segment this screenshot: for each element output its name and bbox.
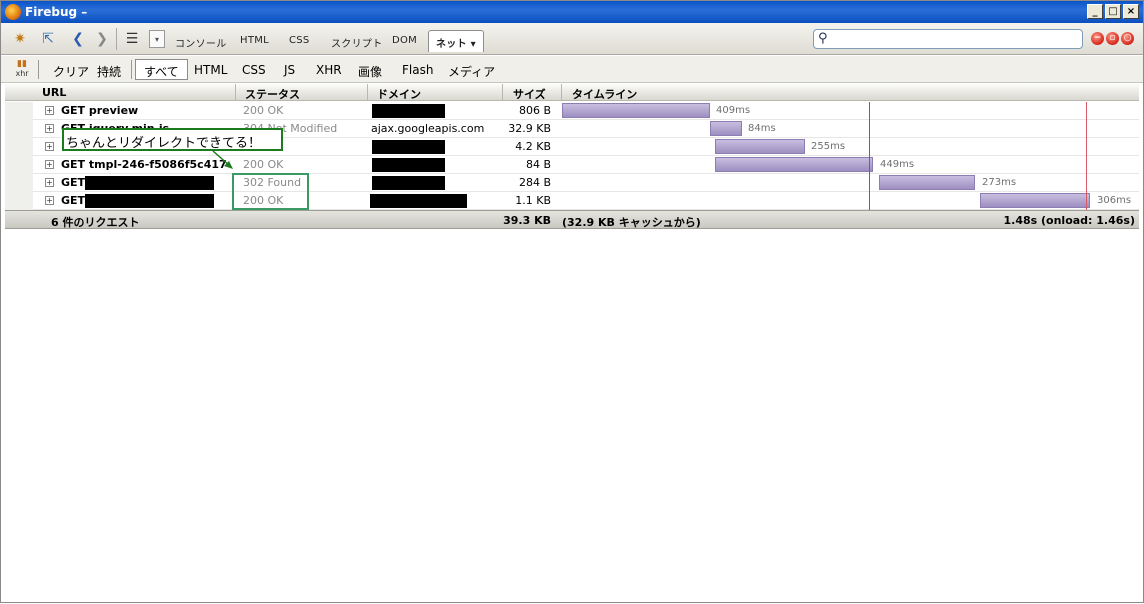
clear-button[interactable]: クリア [53, 63, 89, 80]
redacted-url [85, 176, 214, 190]
request-status: 200 OK [243, 104, 284, 117]
timeline-bar [710, 121, 742, 136]
timeline-time: 449ms [880, 159, 915, 170]
request-size: 1.1 KB [515, 194, 551, 207]
detach-firebug-icon[interactable]: ▫ [1106, 32, 1119, 45]
table-row[interactable]: + GET preview 200 OK 806 B 409ms [5, 102, 1139, 120]
table-row[interactable]: + GET tmpl-246-f5086f5c417 200 OK 84 B 4… [5, 156, 1139, 174]
timeline-time: 409ms [716, 105, 751, 116]
tab-net[interactable]: ネット ▾ [428, 30, 485, 52]
filter-flash[interactable]: Flash [402, 63, 433, 77]
redacted-domain [372, 158, 445, 172]
table-row[interactable]: + GET 200 OK 1.1 KB 306ms [5, 192, 1139, 210]
col-size[interactable]: サイズ [513, 86, 546, 102]
redacted-domain [372, 140, 445, 154]
request-count: 6 件のリクエスト [51, 216, 140, 229]
back-icon[interactable]: ❮ [69, 30, 87, 48]
title-bar: Firebug – _ □ × [1, 1, 1143, 23]
net-filter-bar: ▮▮ xhr クリア 持続 すべて HTML CSS JS XHR 画像 Flas… [1, 56, 1143, 83]
request-size: 84 B [525, 158, 551, 171]
search-box[interactable]: ⚲ [813, 29, 1083, 49]
request-size: 4.2 KB [515, 140, 551, 153]
redacted-domain [372, 176, 445, 190]
net-column-header: URL ステータス ドメイン サイズ タイムライン [5, 84, 1139, 101]
expand-icon[interactable]: + [45, 124, 54, 133]
request-url: GET preview [61, 104, 139, 117]
request-url: GET [61, 176, 86, 189]
request-size: 806 B [518, 104, 551, 117]
onload-line [1086, 102, 1087, 210]
col-status[interactable]: ステータス [245, 86, 300, 102]
col-url[interactable]: URL [42, 86, 66, 99]
filter-images[interactable]: 画像 [358, 63, 382, 80]
request-size: 32.9 KB [508, 122, 551, 135]
firebug-bug-icon[interactable]: ✷ [11, 30, 29, 48]
col-timeline[interactable]: タイムライン [572, 86, 637, 102]
request-url: GET [61, 194, 86, 207]
inspect-icon[interactable]: ⇱ [39, 30, 57, 48]
redacted-url [85, 194, 214, 208]
request-status: 200 OK [243, 158, 284, 171]
request-url: GET tmpl-246-f5086f5c417 [61, 158, 227, 171]
redacted-domain [372, 104, 445, 118]
menu-icon[interactable]: ☰ [123, 30, 141, 48]
filter-media[interactable]: メディア [448, 63, 495, 80]
persist-button[interactable]: 持続 [97, 63, 121, 80]
tab-css[interactable]: CSS [289, 35, 310, 46]
timeline-time: 84ms [748, 123, 776, 134]
request-domain: ajax.googleapis.com [371, 122, 485, 135]
net-summary-row: 6 件のリクエスト 39.3 KB (32.9 KB キャッシュから) 1.48… [5, 210, 1139, 229]
firebug-window: Firebug – _ □ × ✷ ⇱ ❮ ❯ ☰ ▾ コンソール HTML C… [0, 0, 1144, 603]
minimize-button[interactable]: _ [1087, 4, 1103, 19]
request-size: 284 B [518, 176, 551, 189]
search-input[interactable] [836, 32, 1076, 46]
search-icon: ⚲ [818, 31, 828, 46]
cache-size: (32.9 KB キャッシュから) [562, 216, 701, 229]
timeline-time: 273ms [982, 177, 1017, 188]
tab-html[interactable]: HTML [240, 35, 269, 46]
filter-html[interactable]: HTML [194, 63, 227, 77]
filter-js[interactable]: JS [284, 63, 295, 77]
close-button[interactable]: × [1123, 4, 1139, 19]
expand-icon[interactable]: + [45, 160, 54, 169]
timeline-bar [980, 193, 1090, 208]
expand-icon[interactable]: + [45, 178, 54, 187]
tab-dom[interactable]: DOM [392, 35, 417, 46]
annotation-highlight-box [232, 173, 309, 210]
maximize-button[interactable]: □ [1105, 4, 1121, 19]
table-row[interactable]: + GET 302 Found 284 B 273ms [5, 174, 1139, 192]
filter-all[interactable]: すべて [135, 59, 188, 80]
tab-console[interactable]: コンソール [175, 35, 227, 50]
expand-icon[interactable]: + [45, 142, 54, 151]
window-title: Firebug – [25, 5, 88, 19]
close-firebug-icon[interactable]: ○ [1121, 32, 1134, 45]
timeline-bar [562, 103, 710, 118]
expand-icon[interactable]: + [45, 196, 54, 205]
filter-xhr[interactable]: XHR [316, 63, 342, 77]
total-size: 39.3 KB [503, 214, 551, 227]
timeline-bar [715, 139, 805, 154]
chevron-down-icon[interactable]: ▾ [149, 30, 165, 48]
redacted-domain [370, 194, 467, 208]
firebug-toolbar: ✷ ⇱ ❮ ❯ ☰ ▾ コンソール HTML CSS スクリプト DOM ネット… [1, 23, 1143, 55]
xhr-icon[interactable]: ▮▮ xhr [13, 60, 31, 79]
timeline-time: 306ms [1097, 195, 1132, 206]
timeline-bar [715, 157, 873, 172]
forward-icon[interactable]: ❯ [93, 30, 111, 48]
timeline-bar [879, 175, 975, 190]
total-time: 1.48s (onload: 1.46s) [1003, 214, 1135, 227]
timeline-time: 255ms [811, 141, 846, 152]
expand-icon[interactable]: + [45, 106, 54, 115]
col-domain[interactable]: ドメイン [377, 86, 421, 102]
domcontentloaded-line [869, 102, 870, 210]
firefox-logo-icon [5, 4, 21, 20]
minimize-firebug-icon[interactable]: − [1091, 32, 1104, 45]
filter-css[interactable]: CSS [242, 63, 266, 77]
tab-script[interactable]: スクリプト [331, 35, 383, 50]
annotation-callout: ちゃんとリダイレクトできてる！ [62, 128, 283, 151]
